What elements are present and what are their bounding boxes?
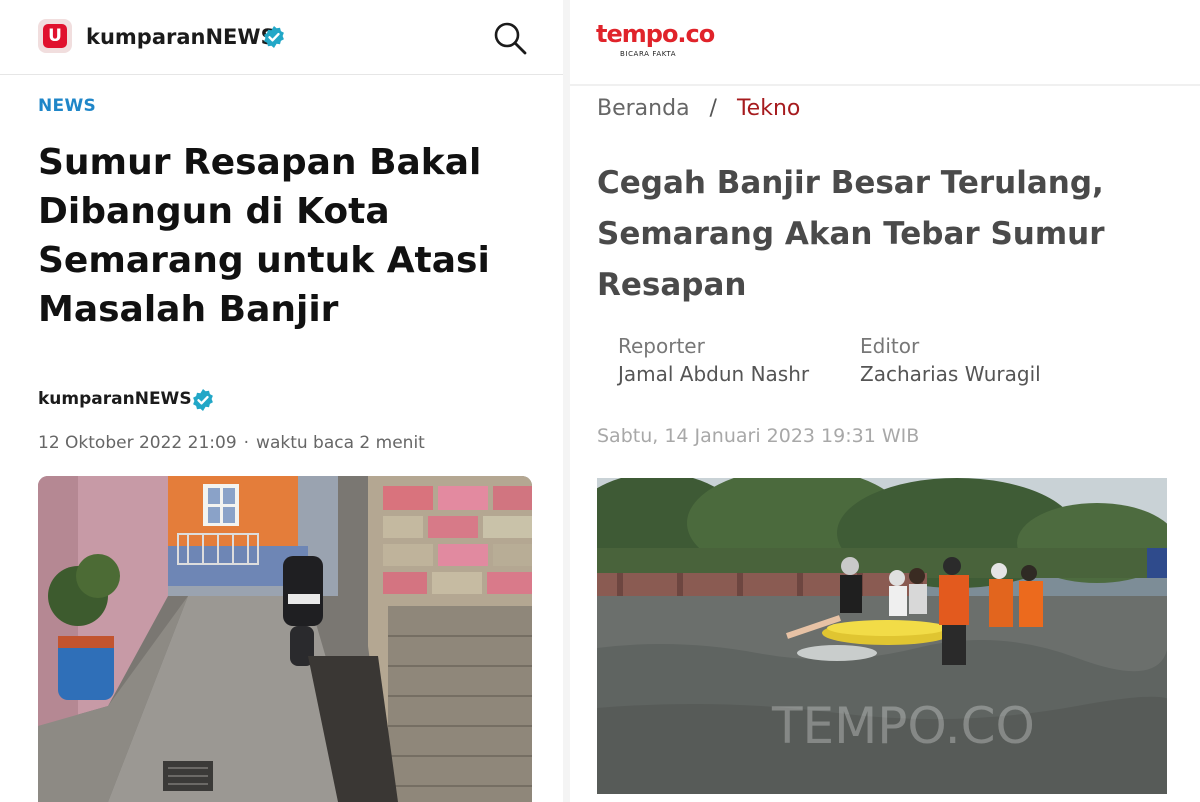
- author-name[interactable]: kumparanNEWS: [38, 389, 192, 409]
- editor-name[interactable]: Zacharias Wuragil: [860, 362, 1041, 386]
- search-icon[interactable]: [492, 20, 528, 60]
- meta-separator: ·: [243, 433, 250, 453]
- publish-date: Sabtu, 14 Januari 2023 19:31 WIB: [597, 425, 920, 447]
- verified-badge-icon: [262, 25, 286, 53]
- kumparan-logo[interactable]: U: [38, 19, 72, 53]
- section-label[interactable]: NEWS: [38, 96, 96, 116]
- kumparan-article-panel: U kumparanNEWS NEWS Sumur Resapan Bakal …: [0, 0, 563, 802]
- kumparan-brand-name[interactable]: kumparanNEWS: [86, 25, 276, 49]
- reporter-label: Reporter: [618, 334, 705, 358]
- read-time: waktu baca 2 menit: [256, 433, 425, 453]
- header-divider: [570, 84, 1200, 86]
- panel-divider: [563, 0, 570, 802]
- publish-date: 12 Oktober 2022 21:09: [38, 433, 237, 453]
- article-title: Sumur Resapan Bakal Dibangun di Kota Sem…: [38, 142, 490, 330]
- breadcrumb-separator: /: [709, 96, 717, 121]
- article-meta: 12 Oktober 2022 21:09 · waktu baca 2 menit: [38, 433, 425, 453]
- reporter-name[interactable]: Jamal Abdun Nashr: [618, 362, 809, 386]
- editor-label: Editor: [860, 334, 920, 358]
- verified-badge-icon: [191, 388, 215, 416]
- breadcrumb-home[interactable]: Beranda: [597, 96, 690, 121]
- tempo-article-panel: tempo.co BICARA FAKTA Beranda / Tekno Cega…: [570, 0, 1200, 802]
- article-photo-alley: [38, 476, 532, 802]
- tempo-header: tempo.co BICARA FAKTA: [570, 0, 1200, 82]
- breadcrumb-current[interactable]: Tekno: [737, 96, 800, 121]
- kumparan-logo-letter: U: [43, 24, 67, 48]
- article-title: Cegah Banjir Besar Terulang, Semarang Ak…: [597, 165, 1105, 303]
- article-photo-flood: TEMPO.CO: [597, 478, 1167, 794]
- tempo-logo[interactable]: tempo.co: [596, 20, 715, 48]
- breadcrumb: Beranda / Tekno: [597, 96, 800, 121]
- photo-watermark: TEMPO.CO: [771, 697, 1035, 755]
- kumparan-header: U kumparanNEWS: [0, 0, 563, 75]
- tempo-tagline: BICARA FAKTA: [620, 50, 677, 58]
